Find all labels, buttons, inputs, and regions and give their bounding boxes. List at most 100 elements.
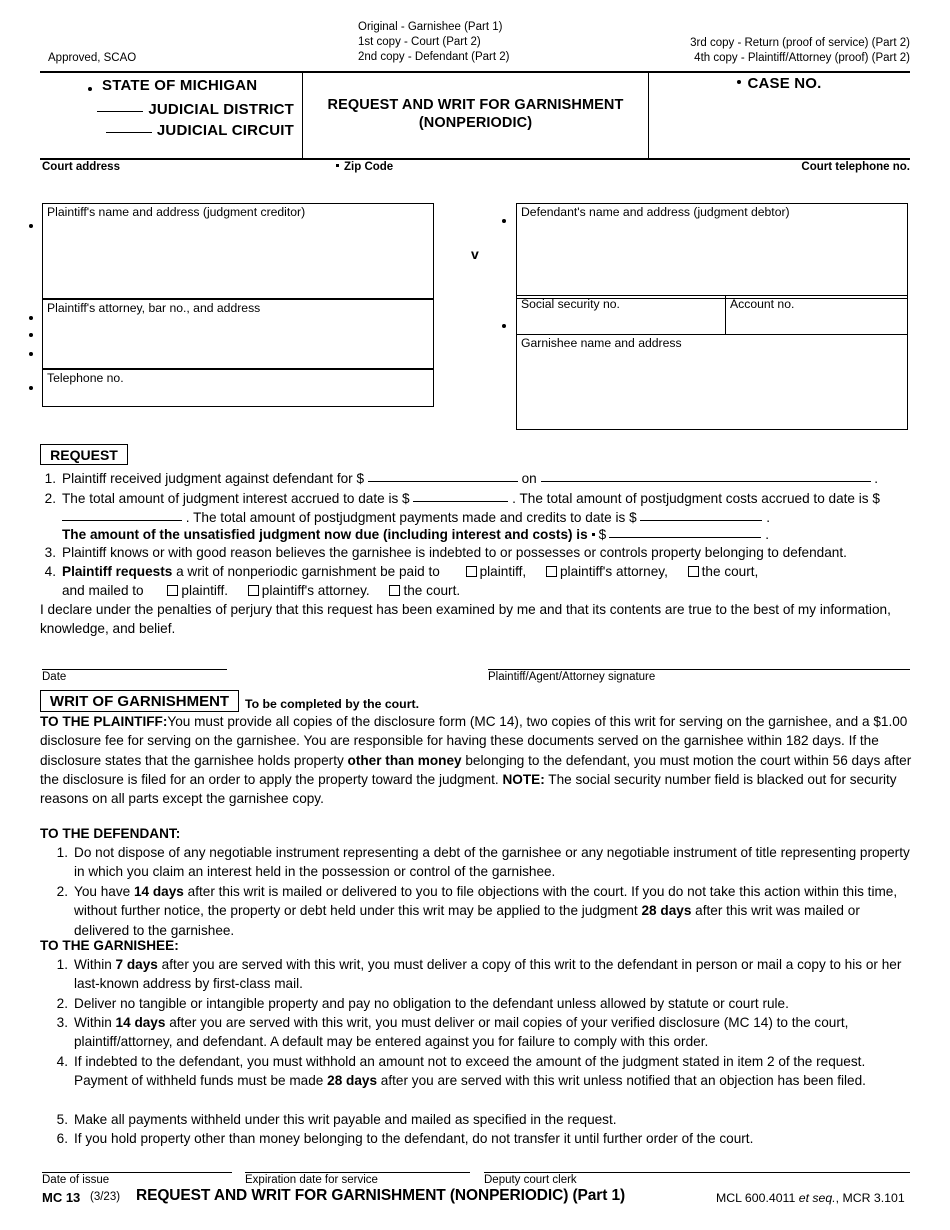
form-revision-label: (3/23) <box>90 1191 121 1203</box>
request-item-2-number: 2. <box>44 491 56 506</box>
garnishee-item-2-number: 2. <box>56 996 68 1011</box>
header-court-cell: STATE OF MICHIGAN JUDICIAL DISTRICT JUDI… <box>40 73 302 158</box>
checkbox-mailed-plaintiff[interactable] <box>167 585 179 597</box>
date-signature-line[interactable] <box>42 669 227 670</box>
signature-caption: Plaintiff/Agent/Attorney signature <box>488 671 656 683</box>
item1-amount-blank[interactable] <box>367 469 518 482</box>
expiration-date-caption: Expiration date for service <box>245 1174 378 1186</box>
court-telephone-label: Court telephone no. <box>801 161 910 173</box>
copy-line: 4th copy - Plaintiff/Attorney (proof) (P… <box>694 52 910 64</box>
perjury-declaration: I declare under the penalties of perjury… <box>40 602 891 637</box>
request-item-3-number: 3. <box>44 545 56 560</box>
garnishee-item-4-text: If indebted to the defendant, you must w… <box>74 1052 912 1091</box>
to-plaintiff-label: TO THE PLAINTIFF: <box>40 714 168 729</box>
defendant-name-address-box[interactable]: Defendant's name and address (judgment d… <box>516 203 908 299</box>
garnishee-item-3-text: Within 14 days after you are served with… <box>74 1013 912 1052</box>
garnishee-item-1-number: 1. <box>56 957 68 972</box>
approved-scao-label: Approved, SCAO <box>48 52 137 64</box>
garnishee-item-3: 3. Within 14 days after you are served w… <box>52 1013 912 1052</box>
request-item-1: 1. Plaintiff received judgment against d… <box>40 469 912 488</box>
checkbox-paid-attorney[interactable] <box>545 566 557 577</box>
plaintiff-telephone-box[interactable]: Telephone no. <box>42 369 434 407</box>
form-code-label: MC 13 <box>42 1190 81 1205</box>
item2-credits-blank[interactable] <box>640 508 763 522</box>
defendant-item-1-text: Do not dispose of any negotiable instrum… <box>74 845 910 880</box>
unsatisfied-amount-blank[interactable] <box>609 525 762 538</box>
item2-seg-b: . The total amount of postjudgment costs… <box>512 491 880 506</box>
defendant-name-label: Defendant's name and address (judgment d… <box>521 205 790 219</box>
g1-seg-a: Within <box>74 957 116 972</box>
garnishee-item-3-number: 3. <box>56 1015 68 1030</box>
attorney-bullet-icon-2 <box>29 333 33 337</box>
g3-seg-b: after you are served with this writ, you… <box>74 1015 849 1050</box>
checkbox-mailed-attorney[interactable] <box>247 585 259 597</box>
paid-attorney-label: plaintiff's attorney, <box>559 564 668 579</box>
plaintiff-name-label: Plaintiff's name and address (judgment c… <box>47 205 306 219</box>
date-caption: Date <box>42 671 67 683</box>
deputy-clerk-line[interactable] <box>484 1172 910 1173</box>
plaintiff-bullet-icon <box>29 224 33 228</box>
item1-seg-b: on <box>521 471 537 486</box>
footer-citation: MCL 600.4011 et seq., MCR 3.101 <box>716 1191 905 1205</box>
date-of-issue-line[interactable] <box>42 1172 232 1173</box>
garnishee-name-address-box[interactable]: Garnishee name and address <box>516 334 908 430</box>
judicial-district-blank[interactable] <box>97 100 144 112</box>
request-item-1-number: 1. <box>44 471 56 486</box>
state-label: STATE OF MICHIGAN <box>102 77 258 94</box>
plaintiff-name-address-box[interactable]: Plaintiff's name and address (judgment c… <box>42 203 434 299</box>
ssn-box[interactable]: Social security no. <box>516 295 726 335</box>
item2-seg-a: The total amount of judgment interest ac… <box>62 491 410 506</box>
form-title: REQUEST AND WRIT FOR GARNISHMENT (NONPER… <box>303 97 648 131</box>
to-defendant-label: TO THE DEFENDANT: <box>40 826 181 841</box>
checkbox-mailed-court[interactable] <box>389 585 401 597</box>
garnishee-item-4: 4. If indebted to the defendant, you mus… <box>52 1052 912 1091</box>
g1-seg-b: after you are served with this writ, you… <box>74 957 902 992</box>
judicial-circuit-row[interactable]: JUDICIAL CIRCUIT <box>40 121 294 139</box>
paid-court-label: the court, <box>701 564 759 579</box>
mailed-plaintiff-label: plaintiff. <box>181 583 229 599</box>
copy-line: Original - Garnishee (Part 1) <box>358 21 503 33</box>
mailed-court-label: the court. <box>403 583 461 599</box>
copy-line: 2nd copy - Defendant (Part 2) <box>358 51 510 63</box>
form-title-line2: (NONPERIODIC) <box>418 115 533 131</box>
attorney-bullet-icon-1 <box>29 316 33 320</box>
garnishee-item-2-text: Deliver no tangible or intangible proper… <box>74 996 789 1011</box>
plaintiff-attorney-box[interactable]: Plaintiff's attorney, bar no., and addre… <box>42 299 434 369</box>
item1-date-blank[interactable] <box>540 469 871 482</box>
item2-seg-c: . The total amount of postjudgment payme… <box>185 510 637 526</box>
mailed-attorney-label: plaintiff's attorney. <box>261 583 370 599</box>
to-garnishee-label: TO THE GARNISHEE: <box>40 938 179 953</box>
garnishee-item-4-number: 4. <box>56 1054 68 1069</box>
g3-seg-a: Within <box>74 1015 116 1030</box>
checkbox-paid-plaintiff[interactable] <box>465 566 477 577</box>
telephone-bullet-icon <box>29 386 33 390</box>
zip-code-label: Zip Code <box>344 161 394 173</box>
form-page: Approved, SCAO Original - Garnishee (Par… <box>0 0 950 1230</box>
deputy-clerk-caption: Deputy court clerk <box>484 1174 577 1186</box>
judicial-district-label: JUDICIAL DISTRICT <box>148 101 294 118</box>
garnishee-item-2: 2. Deliver no tangible or intangible pro… <box>52 994 912 1013</box>
zip-code-row: Zip Code <box>336 160 393 174</box>
garnishee-item-6-number: 6. <box>56 1131 68 1146</box>
judicial-circuit-blank[interactable] <box>105 121 152 133</box>
garnishee-label: Garnishee name and address <box>521 336 682 350</box>
expiration-date-line[interactable] <box>245 1172 470 1173</box>
defendant-item-1: 1. Do not dispose of any negotiable inst… <box>52 843 912 882</box>
judicial-circuit-label: JUDICIAL CIRCUIT <box>156 122 294 139</box>
garnishee-item-5-text: Make all payments withheld under this wr… <box>74 1112 617 1127</box>
checkbox-paid-court[interactable] <box>687 566 699 577</box>
signature-line[interactable] <box>488 669 910 670</box>
account-no-box[interactable]: Account no. <box>725 295 908 335</box>
court-address-label: Court address <box>42 161 120 173</box>
case-no-bullet-icon <box>737 80 742 84</box>
judicial-district-row[interactable]: JUDICIAL DISTRICT <box>40 100 294 118</box>
item2-costs-blank[interactable] <box>62 508 182 522</box>
item2-interest-blank[interactable] <box>413 489 509 502</box>
other-than-money-emphasis: other than money <box>347 752 462 768</box>
g4-bold-28days: 28 days <box>327 1073 378 1089</box>
telephone-label: Telephone no. <box>47 371 124 385</box>
footer-form-title: REQUEST AND WRIT FOR GARNISHMENT (NONPER… <box>136 1187 626 1204</box>
note-emphasis: NOTE: <box>502 771 545 787</box>
item1-seg-c: . <box>874 471 879 486</box>
case-no-cell[interactable]: CASE NO. <box>649 75 910 93</box>
